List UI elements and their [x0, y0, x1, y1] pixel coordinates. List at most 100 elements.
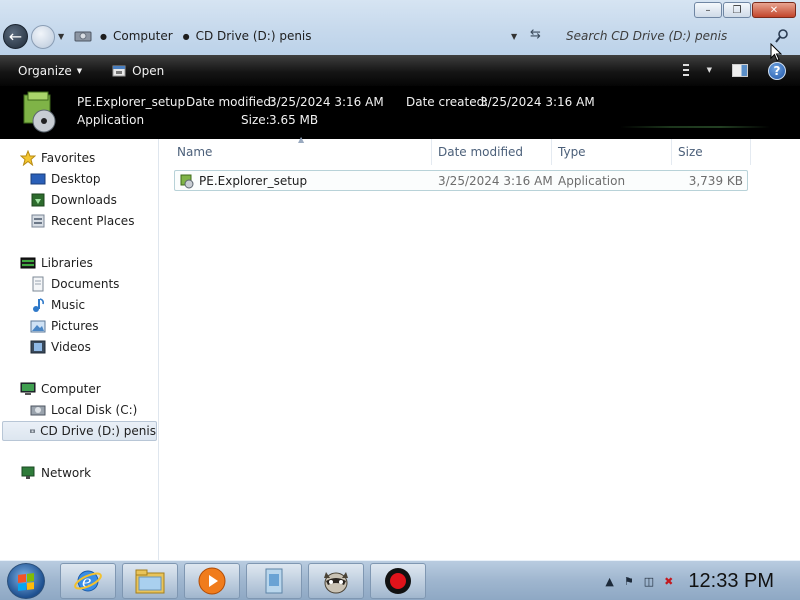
nav-desktop-label: Desktop [51, 172, 101, 186]
forward-button[interactable] [31, 25, 55, 49]
cd-drive-icon [30, 429, 35, 433]
open-button[interactable]: Open [104, 55, 172, 86]
column-header-name[interactable]: Name [171, 139, 432, 165]
search-icon[interactable] [775, 28, 789, 44]
size-label: Size: [241, 113, 270, 127]
star-icon [20, 150, 36, 166]
taskbar-installer[interactable] [246, 563, 302, 599]
column-header-date-modified[interactable]: Date modified [432, 139, 552, 165]
view-list-icon [682, 64, 697, 76]
recent-places-icon [31, 214, 45, 228]
libraries-icon [20, 257, 36, 269]
computer-icon [20, 382, 36, 395]
preview-pane-button[interactable] [732, 64, 748, 77]
date-modified-label: Date modified: [186, 95, 276, 109]
clock[interactable]: 12:33 PM [688, 570, 774, 593]
installer-icon [23, 91, 56, 133]
search-box[interactable]: Search CD Drive (D:) penis [557, 24, 797, 48]
taskbar-record-app[interactable] [370, 563, 426, 599]
nav-recent-places[interactable]: Recent Places [30, 211, 134, 231]
refresh-icon: ⇆ [530, 27, 541, 42]
record-icon [385, 568, 411, 594]
table-row[interactable]: PE.Explorer_setup 3/25/2024 3:16 AM Appl… [174, 170, 748, 191]
nav-documents[interactable]: Documents [30, 274, 119, 294]
start-button[interactable] [7, 563, 45, 599]
window-controls: – ❐ ✕ [693, 2, 796, 18]
organize-button[interactable]: Organize ▼ [10, 55, 90, 86]
breadcrumb-separator: ● [100, 31, 107, 41]
nav-pictures[interactable]: Pictures [30, 316, 99, 336]
breadcrumb-cd-drive[interactable]: CD Drive (D:) penis [196, 29, 312, 43]
size-value: 3.65 MB [269, 113, 319, 127]
nav-music-label: Music [51, 298, 86, 312]
nav-downloads[interactable]: Downloads [30, 190, 117, 210]
mouse-cursor-icon [770, 43, 782, 62]
date-created-value: 3/25/2024 3:16 AM [480, 95, 595, 109]
address-bar[interactable]: ● Computer ● CD Drive (D:) penis [70, 24, 550, 48]
nav-favorites-label: Favorites [41, 151, 96, 165]
file-type: Application [558, 173, 626, 188]
taskbar-internet-explorer[interactable]: e [60, 563, 116, 599]
cd-drive-icon [74, 31, 92, 42]
windows-logo-icon [18, 573, 34, 591]
nav-cd-drive[interactable]: CD Drive (D:) penis [2, 421, 157, 441]
file-list: ▲ Name Date modified Type Size PE.Explor… [160, 135, 800, 560]
nav-documents-label: Documents [51, 277, 120, 291]
taskbar-windows-explorer[interactable] [122, 563, 178, 599]
nav-favorites[interactable]: Favorites [20, 148, 95, 168]
nav-computer[interactable]: Computer [20, 379, 101, 399]
help-button[interactable]: ? [768, 62, 786, 80]
nav-computer-label: Computer [41, 382, 101, 396]
details-file-name: PE.Explorer_setup [77, 95, 186, 109]
raccoon-icon [324, 572, 348, 594]
maximize-button[interactable]: ❐ [723, 2, 751, 18]
show-hidden-icons-button[interactable]: ▲ [605, 575, 613, 588]
taskbar-raccoon-app[interactable] [308, 563, 364, 599]
breadcrumb-separator: ● [182, 31, 190, 41]
search-input[interactable]: Search CD Drive (D:) penis [566, 29, 727, 43]
internet-explorer-icon: e [74, 570, 102, 592]
nav-music[interactable]: Music [30, 295, 85, 315]
network-status-icon[interactable]: ◫ [644, 575, 654, 588]
nav-videos[interactable]: Videos [30, 337, 91, 357]
taskbar-media-player[interactable] [184, 563, 240, 599]
documents-icon [32, 276, 44, 292]
nav-libraries[interactable]: Libraries [20, 253, 93, 273]
downloads-folder-icon [31, 193, 45, 207]
file-name: PE.Explorer_setup [199, 173, 308, 188]
arrow-left-icon: ← [8, 27, 23, 46]
column-header-size[interactable]: Size [672, 139, 751, 165]
action-center-flag-icon[interactable]: ⚑ [624, 575, 634, 588]
refresh-button[interactable]: ⇆ [530, 27, 541, 42]
nav-desktop[interactable]: Desktop [30, 169, 101, 189]
volume-muted-icon[interactable]: ✖ [664, 575, 673, 588]
file-name-cell[interactable]: PE.Explorer_setup [179, 171, 307, 190]
open-label: Open [132, 63, 165, 78]
network-icon [21, 466, 35, 479]
address-region: – ❐ ✕ ← ▼ ● Computer ● CD Drive (D:) pen… [0, 0, 800, 55]
recent-pages-dropdown[interactable]: ▼ [58, 32, 64, 41]
minimize-button[interactable]: – [694, 2, 722, 18]
hard-drive-icon [30, 405, 46, 416]
nav-cd-drive-label: CD Drive (D:) penis [40, 424, 156, 438]
folder-icon [135, 569, 165, 594]
system-tray: ▲ ⚑ ◫ ✖ 12:33 PM [600, 561, 800, 600]
details-file-type: Application [77, 113, 145, 127]
help-icon: ? [773, 64, 781, 78]
application-icon [112, 65, 126, 76]
column-header-type[interactable]: Type [552, 139, 672, 165]
address-history-dropdown[interactable]: ▼ [511, 32, 517, 41]
nav-pictures-label: Pictures [51, 319, 99, 333]
chevron-down-icon: ▼ [76, 66, 83, 75]
media-player-icon [198, 567, 226, 595]
change-view-button[interactable]: ▼ [682, 64, 712, 76]
desktop-icon [30, 173, 46, 185]
close-button[interactable]: ✕ [752, 2, 796, 18]
nav-network-label: Network [41, 466, 92, 480]
date-created-label: Date created: [406, 95, 489, 109]
nav-network[interactable]: Network [20, 463, 91, 483]
breadcrumb-computer[interactable]: Computer [113, 29, 173, 43]
back-button[interactable]: ← [3, 24, 28, 49]
nav-videos-label: Videos [51, 340, 91, 354]
nav-local-disk[interactable]: Local Disk (C:) [30, 400, 137, 420]
